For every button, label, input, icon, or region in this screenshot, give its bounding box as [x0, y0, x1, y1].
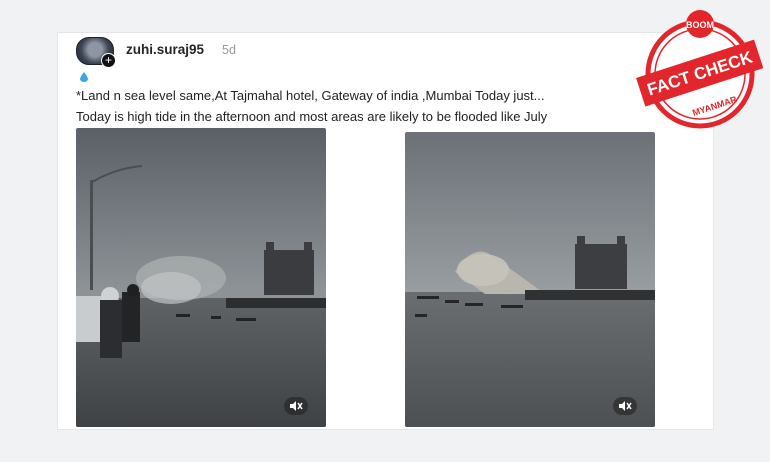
water-drop-icon — [80, 72, 88, 82]
video-thumbnail-1[interactable] — [76, 128, 326, 427]
post-time: 5d — [222, 43, 236, 57]
username[interactable]: zuhi.suraj95 — [126, 42, 204, 57]
badge-top-text: BOOM — [686, 20, 714, 30]
video-thumbnail-2[interactable] — [405, 132, 655, 427]
caption-line-2: Today is high tide in the afternoon and … — [76, 109, 548, 124]
muted-speaker-icon[interactable] — [284, 397, 308, 415]
video-frame-2 — [405, 132, 655, 427]
plus-icon[interactable]: + — [101, 53, 116, 68]
fact-check-badge-logo: FACT CHECK BOOM MYANMAR — [636, 10, 764, 129]
video-frame-1 — [76, 128, 326, 427]
muted-speaker-icon[interactable] — [613, 397, 637, 415]
caption-line-1: *Land n sea level same,At Tajmahal hotel… — [76, 88, 545, 103]
